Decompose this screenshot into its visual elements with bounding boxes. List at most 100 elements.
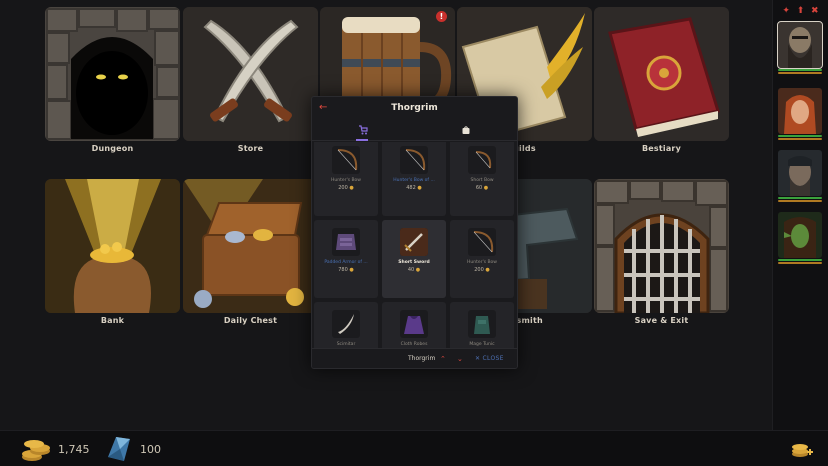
tab-inventory[interactable] [415, 119, 518, 140]
item-price: 482 ● [382, 185, 446, 191]
item-price: 200 ● [450, 267, 514, 273]
gold-coin-icon: ● [349, 185, 354, 191]
item-price: 780 ● [314, 267, 378, 273]
gold-coin-icon: ● [485, 267, 490, 273]
alert-badge: ! [436, 11, 447, 22]
item-price-value: 482 [406, 185, 416, 191]
robe-icon [400, 310, 428, 338]
item-price-value: 780 [338, 267, 348, 273]
location-label: Save & Exit [634, 316, 689, 325]
shop-item-grid: Hunter's Bow 200 ● Hunter's Bow of ... 4… [314, 142, 514, 350]
hero-slot-2[interactable] [778, 88, 822, 142]
shop-item[interactable]: Mage Tunic [450, 302, 514, 350]
item-name: Hunter's Bow of ... [393, 178, 435, 183]
gold-coin-icon: ● [415, 267, 421, 273]
location-daily-chest[interactable]: Daily Chest [183, 179, 318, 325]
resource-bar: 1,745 100 [0, 430, 828, 466]
armor-icon [332, 228, 360, 256]
shop-item[interactable]: Short Bow 60 ● [450, 142, 514, 216]
shop-item[interactable]: Hunter's Bow 200 ● [450, 220, 514, 298]
chevron-down-icon[interactable]: ⌄ [457, 355, 463, 363]
item-name: Short Bow [470, 178, 494, 183]
item-price: 200 ● [314, 185, 378, 191]
gold-add-icon [792, 444, 813, 457]
dungeon-image [45, 7, 180, 141]
dark-warrior-portrait-icon [778, 150, 822, 196]
delete-icon[interactable]: ✖ [811, 6, 819, 16]
shop-item[interactable]: Hunter's Bow 200 ● [314, 142, 378, 216]
chevron-up-icon[interactable]: ⌃ [440, 355, 446, 363]
item-name: Hunter's Bow [466, 260, 497, 265]
location-label: Store [237, 144, 264, 153]
shop-item[interactable]: Short Sword 40 ● [382, 220, 446, 298]
location-dungeon[interactable]: Dungeon [45, 7, 180, 153]
bestiary-image [594, 7, 729, 141]
modal-tabs [312, 119, 517, 141]
scimitar-icon [332, 310, 360, 338]
item-price-value: 200 [474, 267, 484, 273]
bank-image [45, 179, 180, 313]
green-elf-portrait-icon [778, 212, 822, 258]
item-name: Hunter's Bow [330, 178, 361, 183]
gold-resource: 1,745 [20, 431, 90, 466]
close-icon: ✕ [475, 355, 481, 362]
modal-header: ← Thorgrim [312, 97, 517, 119]
location-label: Bestiary [641, 144, 681, 153]
hero-shop-modal: ← Thorgrim Hunter's Bow 200 ● Hunter's B… [311, 96, 518, 369]
hero-status-bars [778, 197, 822, 204]
bow-icon [468, 228, 496, 256]
daily-chest-image [183, 179, 318, 313]
buy-gold-button[interactable] [790, 431, 814, 466]
shop-item[interactable]: Scimitar [314, 302, 378, 350]
location-store[interactable]: Store [183, 7, 318, 153]
shop-item-list[interactable]: Hunter's Bow 200 ● Hunter's Bow of ... 4… [312, 142, 517, 350]
item-name: Padded Armor of ... [324, 260, 368, 265]
save-exit-image [594, 179, 729, 313]
cart-icon [359, 124, 368, 134]
location-label: Daily Chest [223, 316, 278, 325]
hero-status-bars [778, 259, 822, 266]
location-label: Bank [100, 316, 125, 325]
sword-icon [400, 228, 428, 256]
bow-icon [468, 146, 496, 174]
location-bank[interactable]: Bank [45, 179, 180, 325]
item-price-value: 200 [338, 185, 348, 191]
add-hero-icon[interactable]: ✦ [782, 6, 790, 16]
crystal-icon [108, 437, 130, 461]
gold-coin-icon: ● [349, 267, 354, 273]
hero-slot-4[interactable] [778, 212, 822, 266]
hero-slot-thorgrim[interactable] [777, 21, 823, 76]
dwarf-portrait-icon [777, 21, 823, 69]
shop-item[interactable]: Hunter's Bow of ... 482 ● [382, 142, 446, 216]
elf-woman-portrait-icon [778, 88, 822, 134]
hero-sidebar: ✦ ⬆ ✖ [772, 0, 828, 430]
location-label: Dungeon [91, 144, 134, 153]
sidebar-toolbar: ✦ ⬆ ✖ [773, 0, 828, 16]
tab-shop[interactable] [312, 119, 415, 141]
close-button[interactable]: ✕ CLOSE [475, 355, 504, 362]
hero-status-bars [778, 135, 822, 142]
modal-footer: Thorgrim ⌃ ⌄ ✕ CLOSE [312, 348, 517, 368]
hero-slot-3[interactable] [778, 150, 822, 204]
item-price-value: 60 [475, 185, 483, 191]
item-price-value: 40 [407, 267, 415, 273]
hero-status-bars [778, 69, 822, 76]
hero-upgrade-icon[interactable]: ⬆ [797, 6, 805, 16]
location-bestiary[interactable]: Bestiary [594, 7, 729, 153]
bow-icon [332, 146, 360, 174]
gold-coin-icon: ● [483, 185, 489, 191]
store-image [183, 7, 318, 141]
shop-item[interactable]: Padded Armor of ... 780 ● [314, 220, 378, 298]
arrow-left-icon[interactable]: ← [319, 102, 327, 113]
bag-icon [462, 125, 470, 134]
gold-coin-icon: ● [417, 185, 422, 191]
crystal-amount: 100 [140, 442, 161, 456]
item-price: 40 ● [382, 267, 446, 273]
location-save-exit[interactable]: Save & Exit [594, 179, 729, 325]
footer-hero-name: Thorgrim [408, 355, 436, 362]
crystal-resource: 100 [102, 431, 161, 466]
item-name: Short Sword [398, 260, 430, 265]
gold-coins-icon [22, 440, 50, 461]
shop-item[interactable]: Cloth Robes [382, 302, 446, 350]
gold-amount: 1,745 [58, 442, 90, 456]
